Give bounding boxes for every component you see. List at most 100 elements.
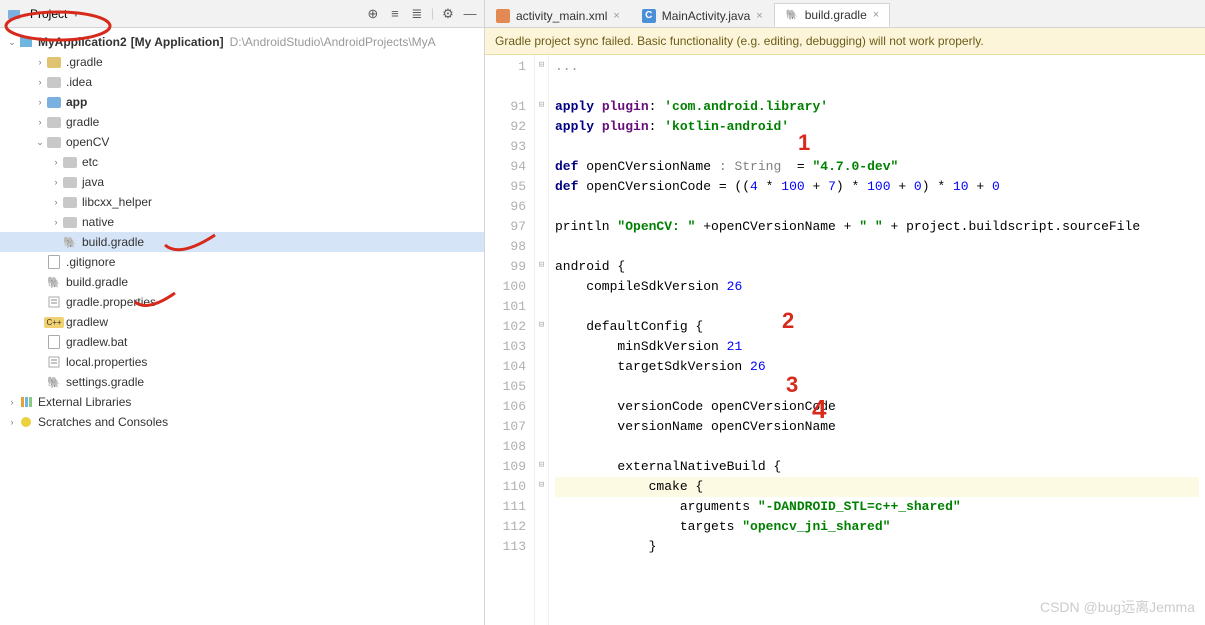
minimize-icon[interactable]: — <box>462 6 478 22</box>
tree-item[interactable]: C++ gradlew <box>0 312 484 332</box>
tree-label: build.gradle <box>82 235 144 249</box>
tree-item[interactable]: local.properties <box>0 352 484 372</box>
file-type-icon: C++ <box>46 314 62 330</box>
file-type-icon <box>46 134 62 150</box>
project-label[interactable]: Project <box>30 7 67 21</box>
external-libraries-label: External Libraries <box>38 395 131 409</box>
scratches-row[interactable]: › Scratches and Consoles <box>0 412 484 432</box>
tree-item[interactable]: ⌄ openCV <box>0 132 484 152</box>
tab-label: build.gradle <box>805 8 867 22</box>
tree-item[interactable]: .gitignore <box>0 252 484 272</box>
file-type-icon: 🐘 <box>46 274 62 290</box>
tree-label: local.properties <box>66 355 147 369</box>
tree-item[interactable]: › libcxx_helper <box>0 192 484 212</box>
editor-panel: activity_main.xml×CMainActivity.java×🐘bu… <box>485 0 1205 625</box>
locate-icon[interactable]: ⊕ <box>365 6 381 22</box>
expand-all-icon[interactable]: ≡ <box>387 6 403 22</box>
tab-label: MainActivity.java <box>662 9 750 23</box>
collapse-all-icon[interactable]: ≣ <box>409 6 425 22</box>
project-dropdown-icon[interactable]: ▼ <box>71 9 80 19</box>
tree-label: libcxx_helper <box>82 195 152 209</box>
close-icon[interactable]: × <box>613 10 619 22</box>
file-type-icon <box>46 114 62 130</box>
chevron-icon[interactable]: › <box>34 57 46 67</box>
root-qualifier: [My Application] <box>131 35 224 49</box>
tree-item[interactable]: › java <box>0 172 484 192</box>
editor-tab[interactable]: activity_main.xml × <box>485 3 631 27</box>
tree-label: native <box>82 215 114 229</box>
chevron-right-icon[interactable]: › <box>6 397 18 407</box>
libs-icon <box>18 394 34 410</box>
project-tree[interactable]: ⌄ MyApplication2 [My Application] D:\And… <box>0 28 484 625</box>
chevron-icon[interactable]: › <box>50 177 62 187</box>
file-type-icon <box>46 54 62 70</box>
code-body[interactable]: ...apply plugin: 'com.android.library'ap… <box>549 55 1205 625</box>
tree-item[interactable]: › app <box>0 92 484 112</box>
tree-label: gradle <box>66 115 99 129</box>
file-type-icon <box>46 74 62 90</box>
file-type-icon <box>46 94 62 110</box>
tree-item[interactable]: › etc <box>0 152 484 172</box>
editor-tabs: activity_main.xml×CMainActivity.java×🐘bu… <box>485 0 1205 28</box>
tree-label: gradle.properties <box>66 295 156 309</box>
editor-tab[interactable]: 🐘build.gradle× <box>774 3 890 27</box>
tree-item[interactable]: › .idea <box>0 72 484 92</box>
code-editor[interactable]: 1919293949596979899100101102103104105106… <box>485 55 1205 625</box>
close-icon[interactable]: × <box>873 9 879 21</box>
tree-label: .idea <box>66 75 92 89</box>
tree-label: app <box>66 95 87 109</box>
file-type-icon: 🐘 <box>62 234 78 250</box>
scratches-label: Scratches and Consoles <box>38 415 168 429</box>
file-type-icon <box>62 214 78 230</box>
project-header: Project ▼ ⊕ ≡ ≣ | ⚙ — <box>0 0 484 28</box>
tree-item[interactable]: › native <box>0 212 484 232</box>
tree-label: java <box>82 175 104 189</box>
file-type-icon <box>46 294 62 310</box>
root-path: D:\AndroidStudio\AndroidProjects\MyA <box>230 35 436 49</box>
sync-notification[interactable]: Gradle project sync failed. Basic functi… <box>485 28 1205 55</box>
tree-label: gradlew.bat <box>66 335 127 349</box>
chevron-icon[interactable]: ⌄ <box>34 137 46 148</box>
tree-item[interactable]: gradle.properties <box>0 292 484 312</box>
chevron-down-icon[interactable]: ⌄ <box>6 37 18 48</box>
project-root-row[interactable]: ⌄ MyApplication2 [My Application] D:\And… <box>0 32 484 52</box>
module-icon <box>18 34 34 50</box>
chevron-icon[interactable]: › <box>34 117 46 127</box>
scratches-icon <box>18 414 34 430</box>
chevron-right-icon[interactable]: › <box>6 417 18 427</box>
tree-label: gradlew <box>66 315 108 329</box>
tab-label: activity_main.xml <box>516 9 607 23</box>
chevron-icon[interactable]: › <box>34 77 46 87</box>
tree-label: .gitignore <box>66 255 115 269</box>
external-libraries-row[interactable]: › External Libraries <box>0 392 484 412</box>
file-type-icon <box>62 174 78 190</box>
chevron-icon[interactable]: › <box>50 197 62 207</box>
tree-item[interactable]: 🐘 settings.gradle <box>0 372 484 392</box>
tree-item[interactable]: 🐘 build.gradle <box>0 232 484 252</box>
editor-tab[interactable]: CMainActivity.java× <box>631 3 774 27</box>
tree-label: etc <box>82 155 98 169</box>
project-view-icon <box>6 6 22 22</box>
tree-item[interactable]: › .gradle <box>0 52 484 72</box>
project-panel: Project ▼ ⊕ ≡ ≣ | ⚙ — ⌄ MyApplication2 [… <box>0 0 485 625</box>
tree-label: .gradle <box>66 55 103 69</box>
tree-label: openCV <box>66 135 109 149</box>
chevron-icon[interactable]: › <box>50 157 62 167</box>
tree-item[interactable]: 🐘 build.gradle <box>0 272 484 292</box>
root-name: MyApplication2 <box>38 35 127 49</box>
file-type-icon <box>46 254 62 270</box>
gear-icon[interactable]: ⚙ <box>440 6 456 22</box>
line-gutter: 1919293949596979899100101102103104105106… <box>485 55 535 625</box>
chevron-icon[interactable]: › <box>50 217 62 227</box>
tree-label: settings.gradle <box>66 375 144 389</box>
close-icon[interactable]: × <box>756 10 762 22</box>
tree-item[interactable]: › gradle <box>0 112 484 132</box>
file-type-icon <box>46 334 62 350</box>
tree-label: build.gradle <box>66 275 128 289</box>
file-type-icon <box>46 354 62 370</box>
chevron-icon[interactable]: › <box>34 97 46 107</box>
fold-column[interactable]: ⊟⊟⊟⊟⊟⊟ <box>535 55 549 625</box>
file-type-icon <box>62 154 78 170</box>
file-type-icon: 🐘 <box>46 374 62 390</box>
tree-item[interactable]: gradlew.bat <box>0 332 484 352</box>
